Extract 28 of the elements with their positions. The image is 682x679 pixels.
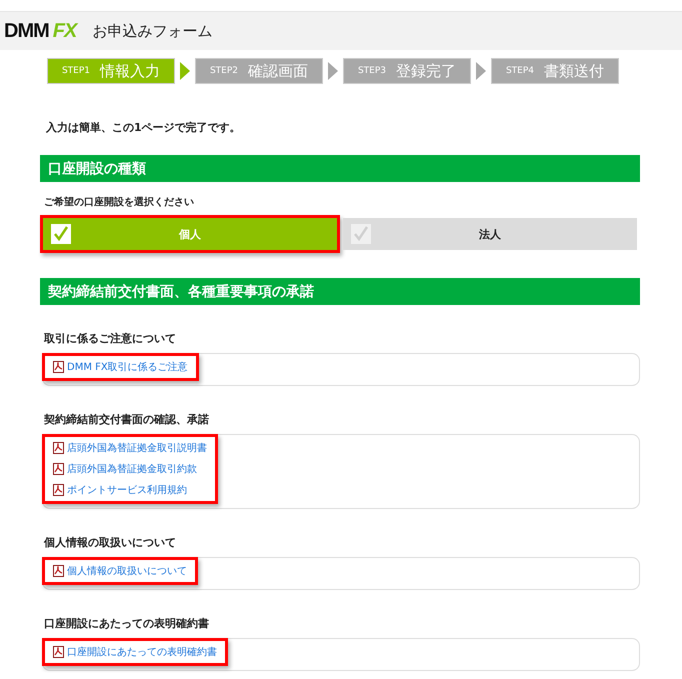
group-title: 取引に係るご注意について (44, 331, 177, 346)
section-header: 契約締結前交付書面、各種重要事項の承諾 (40, 278, 640, 305)
pdf-icon (53, 463, 64, 475)
document-link[interactable]: 個人情報の取扱いについて (67, 564, 187, 578)
checkbox-icon (351, 224, 371, 244)
prompt-label: ご希望の口座開設を選択ください (44, 195, 195, 209)
arrow-icon (327, 61, 339, 81)
group-title: 契約締結前交付書面の確認、承諾 (44, 412, 210, 427)
group-title: 個人情報の取扱いについて (44, 535, 177, 550)
logo: DMM FX (4, 20, 76, 42)
intro-text: 入力は簡単、この1ページで完了です。 (46, 120, 242, 135)
checkbox-icon (51, 224, 71, 244)
section-header: 口座開設の種類 (40, 155, 640, 182)
group-title: 口座開設にあたっての表明確約書 (44, 616, 210, 631)
document-link[interactable]: 店頭外国為替証拠金取引約款 (67, 462, 197, 476)
document-link[interactable]: 口座開設にあたっての表明確約書 (67, 645, 217, 659)
pdf-icon (53, 565, 64, 577)
arrow-icon (475, 61, 487, 81)
arrow-icon (179, 61, 191, 81)
pdf-icon (53, 442, 64, 454)
pdf-icon (53, 361, 64, 373)
document-link[interactable]: 店頭外国為替証拠金取引説明書 (67, 441, 207, 455)
page-title: お申込みフォーム (92, 22, 212, 40)
document-link[interactable]: DMM FX取引に係るご注意 (67, 360, 188, 374)
option-button[interactable]: 法人 (343, 218, 637, 250)
pdf-icon (53, 646, 64, 658)
document-link[interactable]: ポイントサービス利用規約 (67, 483, 187, 497)
pdf-icon (53, 484, 64, 496)
